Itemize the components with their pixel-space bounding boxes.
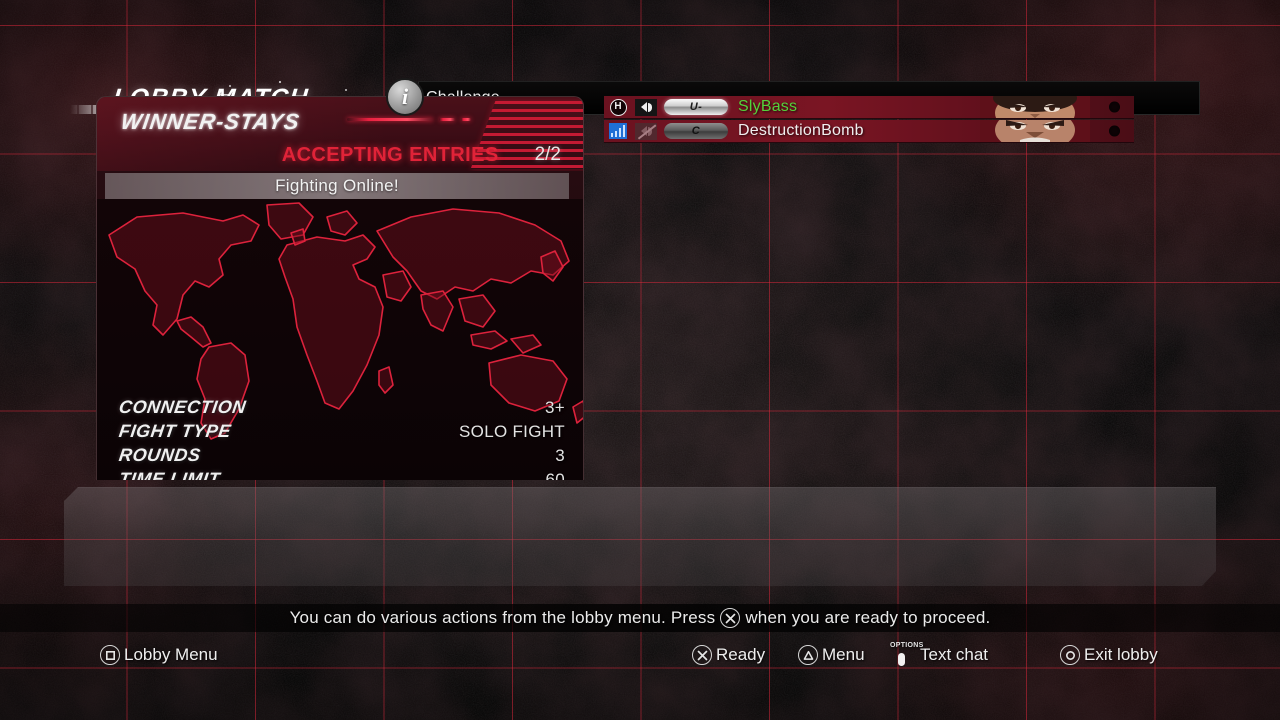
header-rule-dash-a bbox=[439, 118, 455, 121]
player-status-slot: H bbox=[604, 98, 632, 116]
cross-button-icon bbox=[692, 645, 712, 665]
setting-row-time-limit: TIME LIMIT 60 bbox=[117, 469, 565, 480]
chat-log-panel[interactable] bbox=[64, 487, 1216, 586]
world-map-area: CONNECTION 3+ FIGHT TYPE SOLO FIGHT ROUN… bbox=[97, 199, 583, 480]
hint-prefix: You can do various actions from the lobb… bbox=[289, 608, 716, 627]
setting-value: 3+ bbox=[545, 398, 565, 417]
options-button-caption: OPTIONS bbox=[890, 642, 924, 649]
lobby-settings-panel: WINNER-STAYS ACCEPTING ENTRIES 2/2 Fight… bbox=[96, 96, 584, 480]
player-list-item[interactable]: H U- SlyBass bbox=[604, 96, 1134, 119]
exit-lobby-label: Exit lobby bbox=[1084, 645, 1158, 664]
accepting-entries-count: 2/2 bbox=[534, 144, 561, 165]
setting-row-connection: CONNECTION 3+ bbox=[117, 397, 565, 421]
player-rank-badge: U- bbox=[664, 99, 728, 115]
setting-label: TIME LIMIT bbox=[117, 469, 222, 480]
player-mic-slot bbox=[632, 98, 660, 116]
player-avatar bbox=[980, 96, 1090, 118]
setting-value: 3 bbox=[555, 446, 565, 465]
player-rank-badge: C bbox=[664, 123, 728, 139]
setting-row-rounds: ROUNDS 3 bbox=[117, 445, 565, 469]
lobby-mode-title: WINNER-STAYS bbox=[119, 109, 302, 134]
text-chat-button[interactable]: OPTIONS Text chat bbox=[890, 638, 988, 672]
hint-bar: You can do various actions from the lobb… bbox=[0, 604, 1280, 632]
exit-lobby-button[interactable]: Exit lobby bbox=[1060, 638, 1158, 672]
menu-button[interactable]: Menu bbox=[798, 638, 865, 672]
setting-label: ROUNDS bbox=[117, 445, 203, 465]
player-list: H U- SlyBass C DestructionBomb bbox=[604, 96, 1134, 144]
ready-label: Ready bbox=[716, 645, 766, 664]
options-button-icon: OPTIONS bbox=[890, 642, 923, 668]
ready-button[interactable]: Ready bbox=[692, 638, 765, 672]
setting-row-fight-type: FIGHT TYPE SOLO FIGHT bbox=[117, 421, 565, 445]
text-chat-label: Text chat bbox=[920, 645, 989, 664]
header-bar: LOBBY MATCH Challenge. i bbox=[0, 34, 1280, 116]
hint-suffix: when you are ready to proceed. bbox=[745, 608, 991, 627]
lobby-menu-label: Lobby Menu bbox=[124, 645, 218, 664]
square-button-icon bbox=[100, 645, 120, 665]
match-settings-list: CONNECTION 3+ FIGHT TYPE SOLO FIGHT ROUN… bbox=[97, 397, 583, 480]
hint-text: You can do various actions from the lobb… bbox=[290, 608, 991, 628]
info-icon: i bbox=[386, 78, 424, 116]
lobby-menu-button[interactable]: Lobby Menu bbox=[100, 638, 218, 672]
player-row-indicator-dot bbox=[1109, 101, 1120, 113]
button-legend-bar: Lobby Menu Ready Menu OPTIONS Text chat … bbox=[0, 638, 1280, 672]
mic-muted-icon bbox=[635, 122, 657, 140]
triangle-button-icon bbox=[798, 645, 818, 665]
player-list-item[interactable]: C DestructionBomb bbox=[604, 120, 1134, 143]
lobby-status-text: Fighting Online! bbox=[275, 176, 399, 195]
setting-value: SOLO FIGHT bbox=[459, 422, 565, 441]
cross-button-icon bbox=[720, 608, 741, 628]
signal-bars-icon bbox=[609, 123, 627, 139]
mic-on-icon bbox=[635, 98, 657, 116]
setting-label: FIGHT TYPE bbox=[117, 421, 233, 441]
accepting-entries-row: ACCEPTING ENTRIES 2/2 bbox=[97, 141, 583, 169]
circle-button-icon bbox=[1060, 645, 1080, 665]
setting-label: CONNECTION bbox=[117, 397, 248, 417]
host-badge-icon: H bbox=[609, 98, 627, 116]
header-rule-long bbox=[347, 118, 433, 121]
player-avatar bbox=[980, 120, 1090, 142]
accepting-entries-label: ACCEPTING ENTRIES bbox=[281, 143, 499, 166]
header-rule-dash-b bbox=[461, 118, 471, 121]
player-mic-slot bbox=[632, 122, 660, 140]
setting-value: 60 bbox=[545, 470, 565, 480]
lobby-status-strip: Fighting Online! bbox=[105, 173, 569, 199]
menu-label: Menu bbox=[822, 645, 865, 664]
player-status-slot bbox=[604, 123, 632, 139]
player-row-indicator-dot bbox=[1109, 125, 1120, 137]
